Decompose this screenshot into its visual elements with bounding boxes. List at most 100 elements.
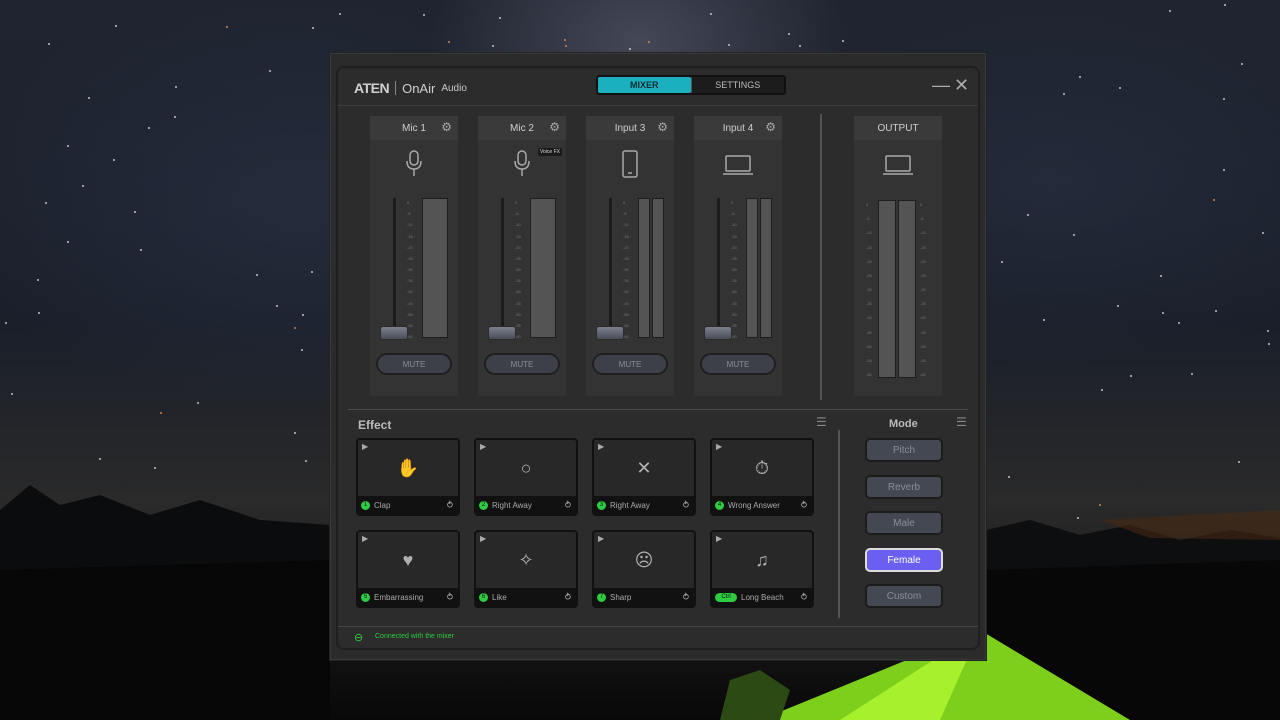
gear-icon[interactable]: ⚙ — [549, 120, 560, 134]
star — [115, 24, 118, 27]
level-scale: 0 -5 -10 -15 -20 -25 -30 -35 -40 -45 -50 -55 -60 — [623, 200, 637, 340]
effect-pad-8[interactable]: ▶ ♫ Ctrl Long Beach ⥁ — [710, 530, 814, 608]
pad-footer: 5 Embarrassing — [358, 588, 458, 606]
pad-number: 3 — [597, 500, 606, 510]
scale-tick-label: -20 — [920, 258, 926, 264]
scale-tick-label: -50 — [731, 311, 737, 317]
star — [47, 42, 50, 45]
star — [1161, 311, 1164, 314]
star — [448, 41, 451, 44]
play-icon[interactable]: ▶ — [716, 442, 722, 451]
scale-tick-label: -60 — [623, 334, 629, 339]
star — [275, 304, 278, 307]
mute-button[interactable]: MUTE — [592, 353, 668, 375]
play-icon[interactable]: ▶ — [480, 534, 486, 543]
gear-icon[interactable]: ⚙ — [765, 120, 776, 134]
fader-handle[interactable] — [596, 326, 624, 340]
loop-icon[interactable]: ⥁ — [447, 592, 453, 603]
effect-pad-2[interactable]: ▶ ○ 2 Right Away ⥁ — [474, 438, 578, 516]
scale-tick-label: -55 — [515, 322, 521, 328]
level-scale: 0 -5 -10 -15 -20 -25 -30 -35 -40 -45 -50 -55 -60 — [515, 200, 529, 340]
minimize-icon[interactable]: — — [932, 76, 950, 94]
pad-number: 1 — [361, 500, 370, 510]
fader-handle[interactable] — [380, 326, 408, 340]
scale-tick-label: -30 — [515, 267, 521, 272]
app-window: ATEN OnAir Audio MIXER SETTINGS — ✕ Mic … — [330, 53, 986, 660]
fader-track[interactable] — [717, 198, 720, 338]
mode-pitch-button[interactable]: Pitch — [865, 438, 943, 462]
effect-pad-4[interactable]: ▶ ⏱ 4 Wrong Answer ⥁ — [710, 438, 814, 516]
star — [153, 467, 156, 470]
star — [491, 45, 494, 48]
tab-mixer[interactable]: MIXER — [598, 77, 691, 93]
fader-handle[interactable] — [488, 326, 516, 340]
pad-label: Sharp — [610, 592, 632, 602]
play-icon[interactable]: ▶ — [716, 534, 722, 543]
star — [300, 349, 303, 352]
scale-tick-label: -20 — [407, 244, 413, 250]
pad-label: Right Away — [492, 500, 532, 510]
star — [727, 44, 730, 47]
mode-custom-button[interactable]: Custom — [865, 584, 943, 608]
loop-icon[interactable]: ⥁ — [565, 500, 571, 511]
effect-pad-6[interactable]: ▶ ✧ 6 Like ⥁ — [474, 530, 578, 608]
effect-pad-1[interactable]: ▶ ✋ 1 Clap ⥁ — [356, 438, 460, 516]
fader-track[interactable] — [501, 198, 504, 338]
mode-male-button[interactable]: Male — [865, 511, 943, 535]
level-meter-left — [746, 198, 758, 338]
sliders-icon[interactable]: ☰ — [816, 415, 827, 429]
mute-button[interactable]: MUTE — [484, 353, 560, 375]
play-icon[interactable]: ▶ — [362, 534, 368, 543]
loop-icon[interactable]: ⥁ — [683, 500, 689, 511]
fader-track[interactable] — [393, 198, 396, 338]
effect-pad-5[interactable]: ▶ ♥ 5 Embarrassing ⥁ — [356, 530, 460, 608]
tab-settings[interactable]: SETTINGS — [690, 77, 785, 93]
fader-handle[interactable] — [704, 326, 732, 340]
play-icon[interactable]: ▶ — [598, 442, 604, 451]
loop-icon[interactable]: ⥁ — [801, 592, 807, 603]
star — [139, 248, 142, 251]
scale-tick-label: -35 — [731, 278, 737, 284]
mode-female-button[interactable]: Female — [865, 548, 943, 572]
channel-output: OUTPUT 0 -5 -10 -15 -20 -25 -30 -35 -40 -45 -50 -55… — [854, 116, 942, 396]
star — [37, 312, 40, 315]
effect-pad-7[interactable]: ▶ ☹ 7 Sharp ⥁ — [592, 530, 696, 608]
pad-label: Wrong Answer — [728, 500, 780, 510]
app-logo: ATEN OnAir Audio — [354, 80, 467, 96]
play-icon[interactable]: ▶ — [598, 534, 604, 543]
effect-pad-3[interactable]: ▶ ✕ 3 Right Away ⥁ — [592, 438, 696, 516]
mute-button[interactable]: MUTE — [376, 353, 452, 375]
channel-header: Mic 1 ⚙ — [370, 116, 458, 140]
star — [294, 431, 297, 434]
scale-tick-label: -60 — [920, 372, 926, 377]
close-icon[interactable]: ✕ — [954, 76, 969, 94]
star — [310, 271, 313, 274]
loop-icon[interactable]: ⥁ — [801, 500, 807, 511]
scale-tick-label: -60 — [515, 334, 521, 339]
gear-icon[interactable]: ⚙ — [657, 120, 668, 134]
channel-mic-2: Mic 2 ⚙ Voice FX 0 -5 -10 -15 -20 -25 -30 -35 -4… — [478, 116, 566, 396]
star — [564, 44, 567, 47]
star — [45, 202, 48, 205]
play-icon[interactable]: ▶ — [362, 442, 368, 451]
star — [1116, 305, 1119, 308]
gear-icon[interactable]: ⚙ — [441, 120, 452, 134]
star — [147, 126, 150, 129]
star — [160, 412, 163, 415]
star — [1119, 86, 1122, 89]
star — [1027, 214, 1030, 217]
play-icon[interactable]: ▶ — [480, 442, 486, 451]
star — [798, 44, 801, 47]
scale-tick-label: 0 — [515, 200, 518, 205]
product-sub: Audio — [441, 82, 467, 94]
loop-icon[interactable]: ⥁ — [565, 592, 571, 603]
star — [423, 14, 426, 17]
star — [1129, 375, 1132, 378]
fader-track[interactable] — [609, 198, 612, 338]
scale-tick-label: -60 — [866, 372, 872, 377]
sliders-icon[interactable]: ☰ — [956, 415, 967, 429]
loop-icon[interactable]: ⥁ — [447, 500, 453, 511]
mute-button[interactable]: MUTE — [700, 353, 776, 375]
mode-reverb-button[interactable]: Reverb — [865, 475, 943, 499]
loop-icon[interactable]: ⥁ — [683, 592, 689, 603]
